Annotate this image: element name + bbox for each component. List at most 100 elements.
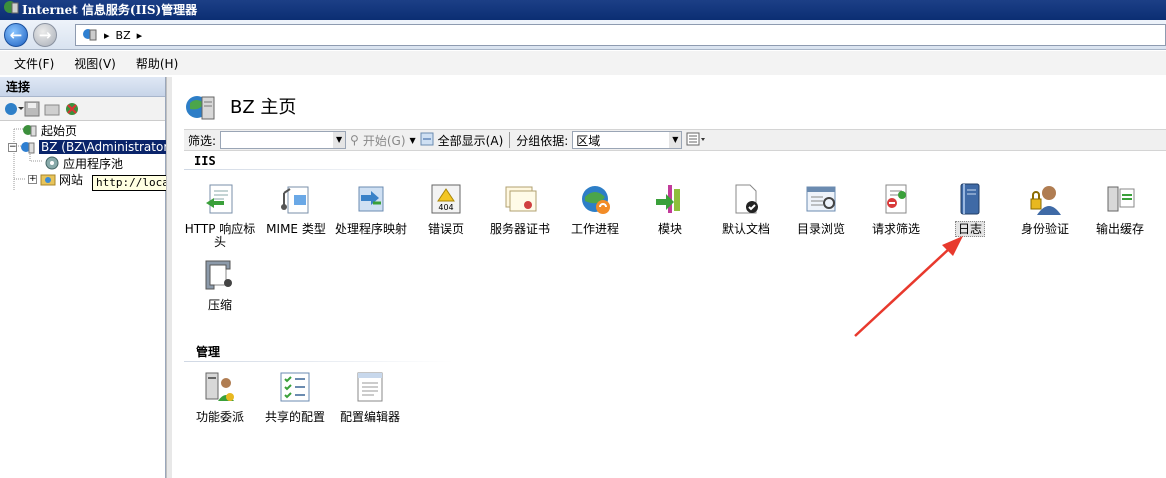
expand-icon[interactable]: + xyxy=(28,174,37,184)
feature-label: 共享的配置 xyxy=(264,410,325,424)
feature-label: 配置编辑器 xyxy=(339,410,400,424)
feature-tile[interactable]: 日志 xyxy=(930,181,1010,237)
group-by-label: 分组依据: xyxy=(516,133,569,148)
feature-tile[interactable]: MIME 类型 xyxy=(256,181,336,236)
tree-item-app-pools[interactable]: 应用程序池 xyxy=(44,155,123,171)
view-toggle-icon[interactable] xyxy=(686,132,706,149)
address-field[interactable]: ▸ BZ ▸ xyxy=(75,24,1166,46)
feature-label: 压缩 xyxy=(207,298,232,312)
feature-tile[interactable]: 配置编辑器 xyxy=(330,369,410,424)
breadcrumb-chevron-icon: ▸ xyxy=(104,28,110,42)
iis-app-icon xyxy=(3,0,19,21)
modules-icon xyxy=(652,181,688,217)
logging-icon xyxy=(952,181,988,217)
connections-header: 连接 xyxy=(0,77,165,97)
feature-tile[interactable]: 服务器证书 xyxy=(480,181,560,236)
back-button[interactable]: ← xyxy=(4,23,28,47)
feature-tile[interactable]: 压缩 xyxy=(180,257,260,312)
feature-tile[interactable]: 目录浏览 xyxy=(781,181,861,236)
server-globe-icon xyxy=(82,26,98,45)
breadcrumb-server[interactable]: BZ xyxy=(116,29,131,42)
menu-file[interactable]: 文件(F) xyxy=(14,55,54,72)
show-all-button[interactable]: 全部显示(A) xyxy=(438,132,504,149)
tree-item-sites[interactable]: + 网站 xyxy=(28,171,83,187)
feature-label: HTTP 响应标头 xyxy=(184,222,256,249)
svg-text:404: 404 xyxy=(438,203,453,212)
feature-delegation-icon xyxy=(202,369,238,405)
features-view: BZ 主页 筛选: ▼ ⚲ 开始(G) ▼ 全部显示(A) 分组依据: 区域 ▼… xyxy=(172,77,1166,478)
disconnect-icon[interactable] xyxy=(64,101,80,117)
default-document-icon xyxy=(728,181,764,217)
authentication-icon xyxy=(1027,181,1063,217)
feature-label: 功能委派 xyxy=(195,410,244,424)
tree-item-label: BZ (BZ\Administrator xyxy=(39,140,171,154)
feature-label: 日志 xyxy=(954,221,985,237)
tree-item-label: 应用程序池 xyxy=(63,156,124,171)
tree-item-label: 网站 xyxy=(59,172,84,187)
error-pages-icon: 404 xyxy=(428,181,464,217)
feature-label: 服务器证书 xyxy=(489,222,550,236)
tree-item-label: 起始页 xyxy=(41,123,78,138)
feature-tile[interactable]: 模块 xyxy=(630,181,710,236)
feature-label: 模块 xyxy=(657,222,682,236)
compression-icon xyxy=(202,257,238,293)
tree-item-start-page[interactable]: 起始页 xyxy=(22,122,77,138)
app-pool-icon xyxy=(45,156,59,170)
breadcrumb-chevron-icon[interactable]: ▸ xyxy=(137,29,143,42)
feature-label: 请求筛选 xyxy=(871,222,920,236)
forward-arrow-icon: → xyxy=(38,26,52,44)
worker-processes-icon xyxy=(577,181,613,217)
feature-tile[interactable]: 请求筛选 xyxy=(856,181,936,236)
back-arrow-icon: ← xyxy=(9,26,23,44)
feature-tile[interactable]: HTTP 响应标头 xyxy=(180,181,260,249)
group-by-select[interactable]: 区域 ▼ xyxy=(572,131,683,149)
feature-tile[interactable]: 功能委派 xyxy=(180,369,260,424)
sites-folder-icon xyxy=(40,174,56,186)
output-caching-icon xyxy=(1102,181,1138,217)
feature-tile[interactable]: 默认文档 xyxy=(706,181,786,236)
binoculars-icon: ⚲ xyxy=(350,133,359,147)
feature-tile[interactable]: 身份验证 xyxy=(1005,181,1085,236)
feature-tile[interactable]: 处理程序映射 xyxy=(331,181,411,236)
tree-item-server[interactable]: − BZ (BZ\Administrator xyxy=(8,139,171,155)
http-response-headers-icon xyxy=(202,181,238,217)
feature-tile[interactable]: 404 错误页 xyxy=(406,181,486,236)
server-icon xyxy=(21,142,35,154)
menu-view[interactable]: 视图(V) xyxy=(74,55,116,72)
forward-button[interactable]: → xyxy=(33,23,57,47)
address-toolbar: ← → ▸ BZ ▸ xyxy=(0,20,1166,50)
collapse-icon[interactable]: − xyxy=(8,142,17,152)
directory-browsing-icon xyxy=(803,181,839,217)
feature-label: 目录浏览 xyxy=(796,222,845,236)
save-icon[interactable] xyxy=(24,101,40,117)
window-title: Internet 信息服务(IIS)管理器 xyxy=(22,3,198,17)
feature-label: 默认文档 xyxy=(721,222,770,236)
feature-tile[interactable]: 工作进程 xyxy=(555,181,635,236)
start-filter-button[interactable]: 开始(G) xyxy=(363,132,406,149)
connections-pane: 连接 起始页 − BZ (BZ\Administrator 应用程序池 + 网站 xyxy=(0,77,171,478)
dropdown-arrow-icon[interactable]: ▼ xyxy=(410,136,416,145)
request-filtering-icon xyxy=(878,181,914,217)
feature-label: 输出缓存 xyxy=(1095,222,1144,236)
page-header: BZ 主页 xyxy=(184,89,296,123)
feature-tile[interactable]: 输出缓存 xyxy=(1080,181,1160,236)
window-titlebar: Internet 信息服务(IIS)管理器 xyxy=(0,0,1166,20)
server-home-icon xyxy=(186,96,215,120)
feature-label: 工作进程 xyxy=(570,222,619,236)
feature-label: 处理程序映射 xyxy=(334,222,407,236)
feature-tile[interactable]: 共享的配置 xyxy=(255,369,335,424)
toolbar-separator xyxy=(509,132,511,148)
connect-globe-icon[interactable] xyxy=(4,101,24,117)
dropdown-arrow-icon[interactable]: ▼ xyxy=(669,132,682,148)
feature-label: 身份验证 xyxy=(1020,222,1069,236)
filter-input[interactable]: ▼ xyxy=(220,131,347,149)
filter-toolbar: 筛选: ▼ ⚲ 开始(G) ▼ 全部显示(A) 分组依据: 区域 ▼ xyxy=(184,129,1166,151)
feature-label: 错误页 xyxy=(427,222,464,236)
dropdown-arrow-icon[interactable]: ▼ xyxy=(333,132,346,148)
menu-help[interactable]: 帮助(H) xyxy=(136,55,178,72)
handler-mappings-icon xyxy=(353,181,389,217)
up-folder-icon[interactable] xyxy=(44,101,60,117)
section-management-label: 管理 xyxy=(196,345,221,359)
menu-bar: 文件(F) 视图(V) 帮助(H) xyxy=(0,51,1166,75)
shared-configuration-icon xyxy=(277,369,313,405)
